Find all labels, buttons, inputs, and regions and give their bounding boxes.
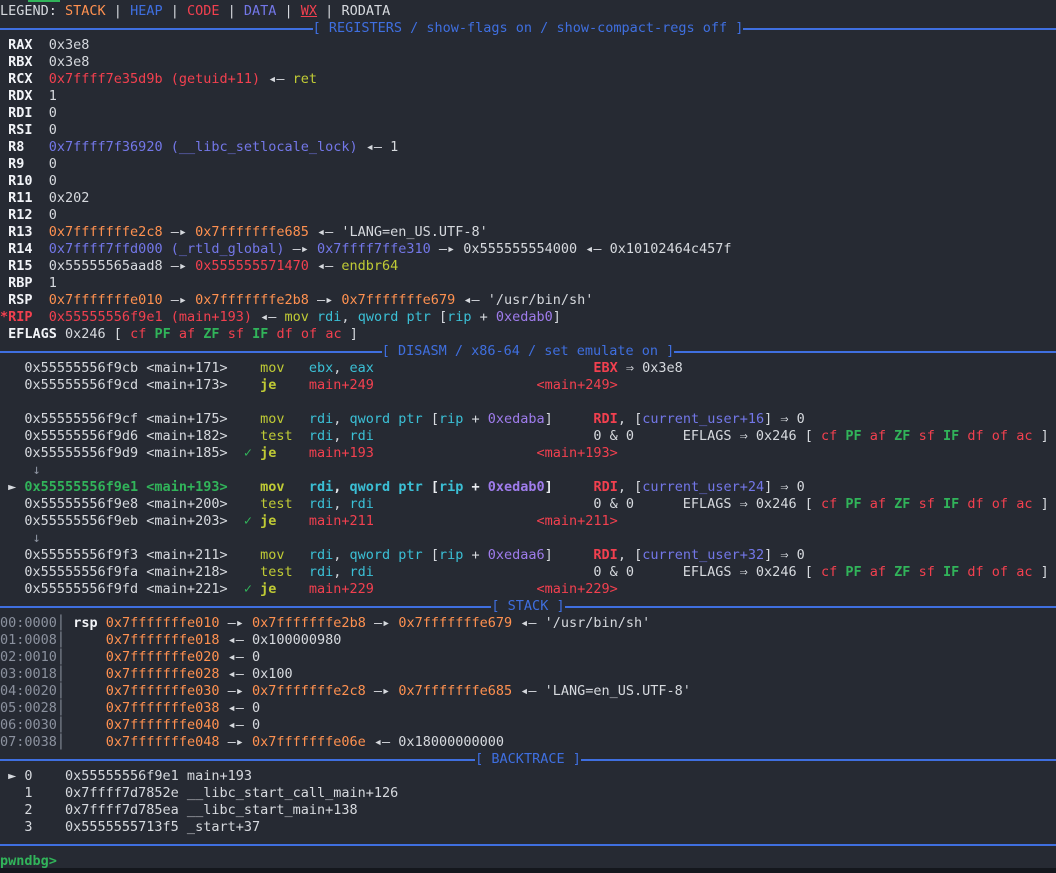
register-row-eflags: EFLAGS 0x246 [ cf PF af ZF sf IF df of a… <box>0 326 1056 343</box>
section-header-registers: [ REGISTERS / show-flags on / show-compa… <box>0 20 1056 37</box>
prompt-label: pwndbg> <box>0 853 57 869</box>
stack-row-00: 00:0000│ rsp 0x7fffffffe010 —▸ 0x7ffffff… <box>0 615 1056 632</box>
section-backtrace: [ BACKTRACE ] ► 0 0x55555556f9e1 main+19… <box>0 751 1056 836</box>
stack-row-06: 06:0030│ 0x7fffffffe040 ◂— 0 <box>0 717 1056 734</box>
register-row-r13: R13 0x7fffffffe2c8 —▸ 0x7fffffffe685 ◂— … <box>0 224 1056 241</box>
disasm-row-main-171: 0x55555556f9cb <main+171> mov ebx, eax E… <box>0 360 1056 377</box>
backtrace-frame-2: 2 0x7ffff7d785ea __libc_start_main+138 <box>0 802 1056 819</box>
stack-row-01: 01:0008│ 0x7fffffffe018 ◂— 0x100000980 <box>0 632 1056 649</box>
section-header-stack: [ STACK ] <box>0 598 1056 615</box>
section-disasm: [ DISASM / x86-64 / set emulate on ] 0x5… <box>0 343 1056 598</box>
register-row-rdi: RDI 0 <box>0 105 1056 122</box>
disasm-flow-arrow-2: ↓ <box>0 530 1056 547</box>
section-header-disasm: [ DISASM / x86-64 / set emulate on ] <box>0 343 1056 360</box>
terminal-sections: [ REGISTERS / show-flags on / show-compa… <box>0 20 1056 853</box>
legend-item-stack: STACK <box>65 3 106 19</box>
legend-item-code: CODE <box>187 3 220 19</box>
register-row-rax: RAX 0x3e8 <box>0 37 1056 54</box>
legend-item-rodata: RODATA <box>341 3 390 19</box>
stack-row-02: 02:0010│ 0x7fffffffe020 ◂— 0 <box>0 649 1056 666</box>
backtrace-frame-0: ► 0 0x55555556f9e1 main+193 <box>0 768 1056 785</box>
legend-item-wx: WX <box>301 3 317 19</box>
disasm-row-main-173: 0x55555556f9cd <main+173> je main+249 <m… <box>0 377 1056 394</box>
stack-row-07: 07:0038│ 0x7fffffffe048 —▸ 0x7fffffffe06… <box>0 734 1056 751</box>
disasm-row-main-200: 0x55555556f9e8 <main+200> test rdi, rdi … <box>0 496 1056 513</box>
disasm-row-main-185: 0x55555556f9d9 <main+185> ✓ je main+193 … <box>0 445 1056 462</box>
disasm-row-main-211: 0x55555556f9f3 <main+211> mov rdi, qword… <box>0 547 1056 564</box>
register-row-r9: R9 0 <box>0 156 1056 173</box>
register-row-rbp: RBP 1 <box>0 275 1056 292</box>
register-row-r10: R10 0 <box>0 173 1056 190</box>
stack-row-05: 05:0028│ 0x7fffffffe038 ◂— 0 <box>0 700 1056 717</box>
disasm-flow-arrow: ↓ <box>0 462 1056 479</box>
legend-row: LEGEND: STACK | HEAP | CODE | DATA | WX … <box>0 3 1056 20</box>
section-stack: [ STACK ]00:0000│ rsp 0x7fffffffe010 —▸ … <box>0 598 1056 751</box>
divider-line <box>0 836 1056 853</box>
stack-row-04: 04:0020│ 0x7fffffffe030 —▸ 0x7fffffffe2c… <box>0 683 1056 700</box>
register-row-r15: R15 0x55555565aad8 —▸ 0x555555571470 ◂— … <box>0 258 1056 275</box>
terminal: LEGEND: STACK | HEAP | CODE | DATA | WX … <box>0 0 1056 873</box>
section-prompt-divider <box>0 836 1056 853</box>
disasm-row-main-218: 0x55555556f9fa <main+218> test rdi, rdi … <box>0 564 1056 581</box>
stack-row-03: 03:0018│ 0x7fffffffe028 ◂— 0x100 <box>0 666 1056 683</box>
register-row-r12: R12 0 <box>0 207 1056 224</box>
previous-output-fragment <box>28 0 60 2</box>
legend-item-data: DATA <box>244 3 277 19</box>
backtrace-frame-3: 3 0x5555555713f5 _start+37 <box>0 819 1056 836</box>
register-row-rdx: RDX 1 <box>0 88 1056 105</box>
legend-item-heap: HEAP <box>130 3 163 19</box>
register-row-rcx: RCX 0x7ffff7e35d9b (getuid+11) ◂— ret <box>0 71 1056 88</box>
disasm-row-main-182: 0x55555556f9d6 <main+182> test rdi, rdi … <box>0 428 1056 445</box>
register-row-rip: *RIP 0x55555556f9e1 (main+193) ◂— mov rd… <box>0 309 1056 326</box>
register-row-rbx: RBX 0x3e8 <box>0 54 1056 71</box>
register-row-r11: R11 0x202 <box>0 190 1056 207</box>
disasm-row-main-221: 0x55555556f9fd <main+221> ✓ je main+229 … <box>0 581 1056 598</box>
disasm-row-main-175: 0x55555556f9cf <main+175> mov rdi, qword… <box>0 411 1056 428</box>
register-row-r14: R14 0x7ffff7ffd000 (_rtld_global) —▸ 0x7… <box>0 241 1056 258</box>
bottom-edge <box>0 868 1056 873</box>
section-header-backtrace: [ BACKTRACE ] <box>0 751 1056 768</box>
section-registers: [ REGISTERS / show-flags on / show-compa… <box>0 20 1056 343</box>
disasm-row-main-193-current: ► 0x55555556f9e1 <main+193> mov rdi, qwo… <box>0 479 1056 496</box>
register-row-r8: R8 0x7ffff7f36920 (__libc_setlocale_lock… <box>0 139 1056 156</box>
register-row-rsp: RSP 0x7fffffffe010 —▸ 0x7fffffffe2b8 —▸ … <box>0 292 1056 309</box>
disasm-row-main-203: 0x55555556f9eb <main+203> ✓ je main+211 … <box>0 513 1056 530</box>
register-row-rsi: RSI 0 <box>0 122 1056 139</box>
disasm-gap <box>0 394 1056 411</box>
backtrace-frame-1: 1 0x7ffff7d7852e __libc_start_call_main+… <box>0 785 1056 802</box>
